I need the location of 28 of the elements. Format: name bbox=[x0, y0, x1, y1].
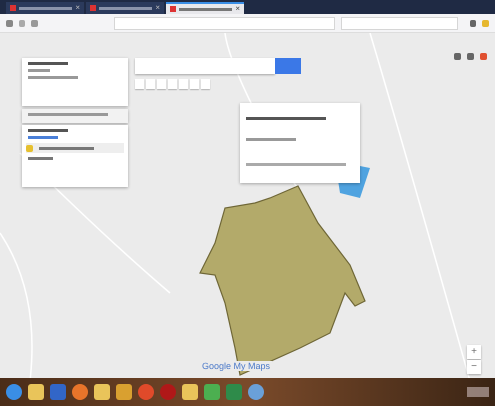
zoom-in-button[interactable]: + bbox=[467, 345, 481, 359]
search-field[interactable] bbox=[341, 16, 458, 30]
app-icon[interactable] bbox=[72, 384, 88, 400]
close-tab-button[interactable]: × bbox=[235, 5, 240, 13]
favicon-icon bbox=[10, 5, 16, 11]
app-icon[interactable] bbox=[6, 384, 22, 400]
field-polygon[interactable] bbox=[199, 185, 366, 376]
clock bbox=[467, 387, 489, 397]
app-icon[interactable] bbox=[204, 384, 220, 400]
app-icon[interactable] bbox=[28, 384, 44, 400]
layer-item[interactable] bbox=[26, 143, 124, 153]
favicon-icon bbox=[170, 6, 176, 12]
favicon-icon bbox=[90, 5, 96, 11]
app-icon[interactable] bbox=[94, 384, 110, 400]
app-icon[interactable] bbox=[138, 384, 154, 400]
app-icon[interactable] bbox=[182, 384, 198, 400]
close-tab-button[interactable]: × bbox=[75, 4, 80, 12]
zoom-out-button[interactable]: − bbox=[467, 360, 481, 374]
browser-tab[interactable]: × bbox=[86, 2, 164, 14]
url-field[interactable] bbox=[114, 16, 336, 30]
browser-tab[interactable]: × bbox=[166, 2, 244, 14]
map-attribution: Google My Maps bbox=[200, 361, 272, 371]
app-icon[interactable] bbox=[248, 384, 264, 400]
browser-tab[interactable]: × bbox=[6, 2, 84, 14]
map-view[interactable]: Google My Maps + − bbox=[0, 33, 495, 378]
app-icon[interactable] bbox=[116, 384, 132, 400]
map-search-field[interactable] bbox=[135, 58, 275, 74]
close-tab-button[interactable]: × bbox=[155, 4, 160, 12]
